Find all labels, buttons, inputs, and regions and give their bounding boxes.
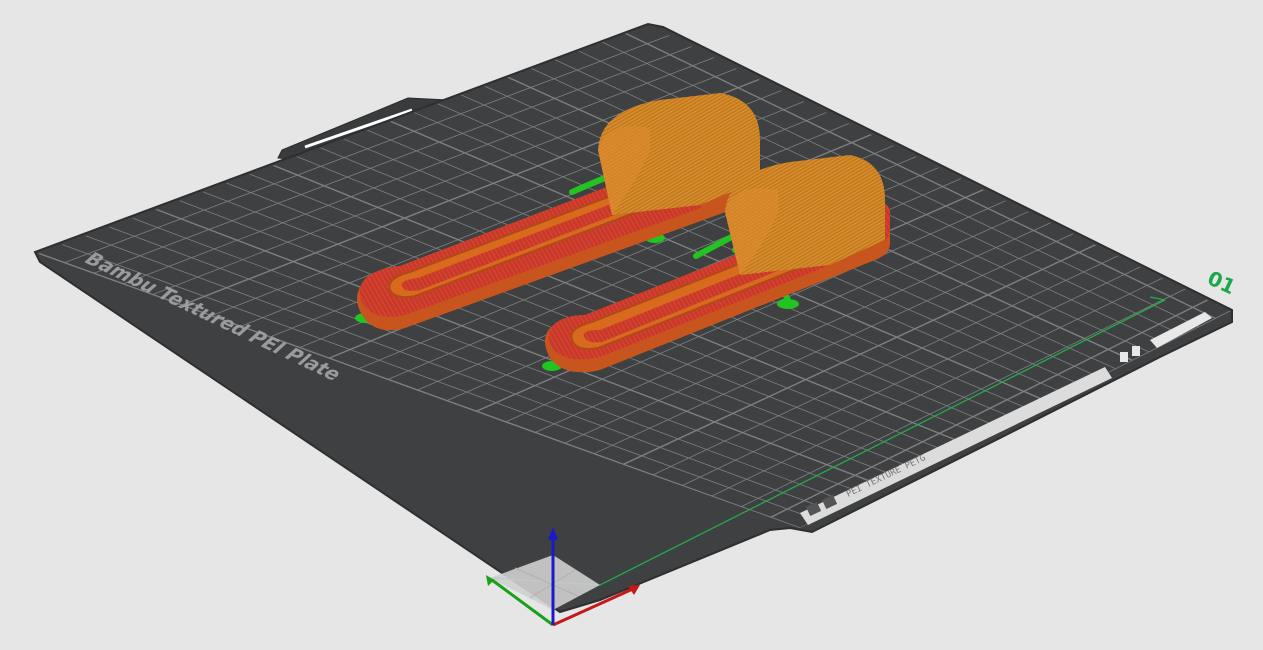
3d-viewport[interactable]: Bambu Textured PEI Plate PEI TEXTURE PET…	[0, 0, 1263, 650]
plate-number: 01	[1204, 266, 1239, 300]
scene-svg[interactable]: Bambu Textured PEI Plate PEI TEXTURE PET…	[0, 0, 1263, 650]
